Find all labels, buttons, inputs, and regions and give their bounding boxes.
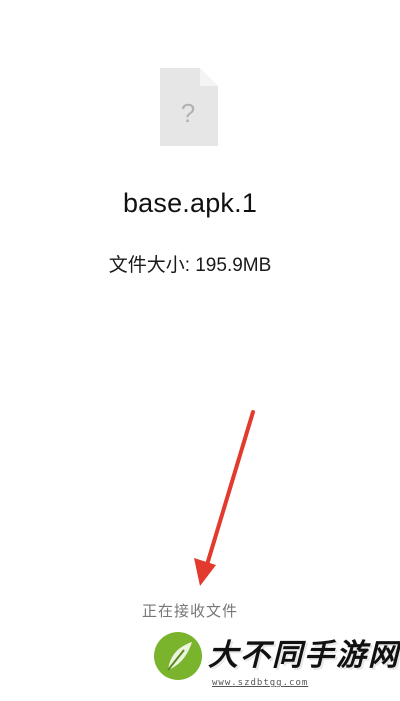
watermark-url: www.szdbtgg.com [212,678,309,688]
file-size: 文件大小: 195.9MB [108,255,272,276]
watermark-title: 大不同手游网 [208,638,400,673]
red-arrow-annotation [180,400,270,600]
unknown-file-icon: ? [160,68,218,146]
watermark: 大不同手游网 www.szdbtgg.com [150,618,400,701]
leaf-logo-icon [150,628,206,684]
question-mark-glyph: ? [181,98,195,128]
file-name: base.apk.1 [122,188,258,218]
